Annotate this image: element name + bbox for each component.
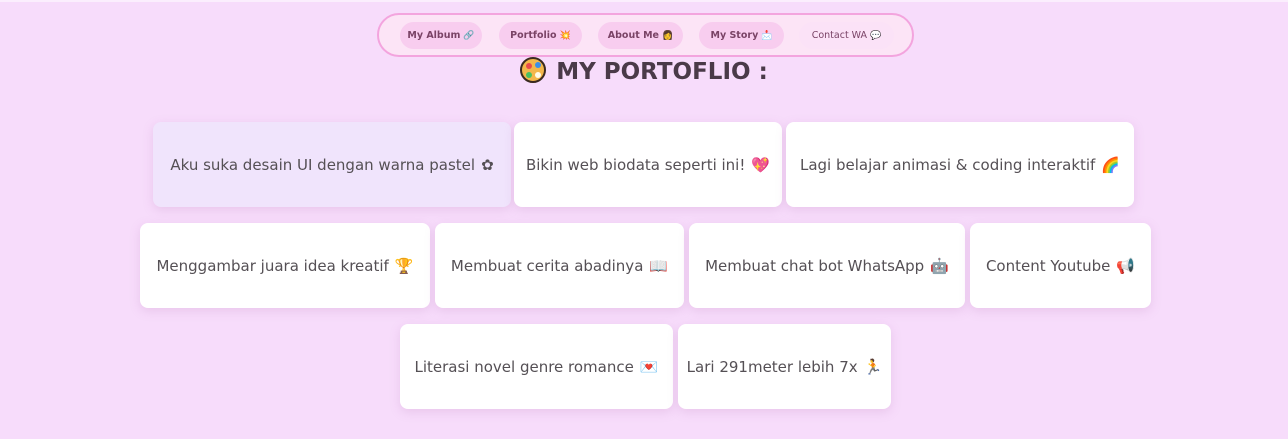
portfolio-card[interactable]: Aku suka desain UI dengan warna pastel ✿ [153, 122, 511, 207]
nav-label: Portfolio [510, 30, 557, 41]
sparkle-icon: 💥 [559, 30, 571, 41]
nav-label: About Me [607, 30, 659, 41]
card-text: Lari 291meter lebih 7x [686, 357, 858, 376]
nav-about-me[interactable]: About Me 👩 [598, 22, 683, 49]
runner-icon: 🏃 [863, 357, 883, 376]
nav-portfolio[interactable]: Portfolio 💥 [499, 22, 582, 49]
megaphone-icon: 📢 [1116, 256, 1136, 275]
card-text: Literasi novel genre romance [414, 357, 634, 376]
trophy-icon: 🏆 [394, 256, 414, 275]
rainbow-icon: 🌈 [1101, 155, 1121, 174]
card-text: Lagi belajar animasi & coding interaktif [799, 155, 1096, 174]
book-icon: 📖 [649, 256, 669, 275]
envelope-icon: 📩 [761, 30, 773, 41]
page-title-text: MY PORTOFLIO : [556, 59, 768, 85]
love-letter-icon: 💌 [639, 357, 659, 376]
portfolio-card[interactable]: Bikin web biodata seperti ini! 💖 [514, 122, 782, 207]
card-text: Membuat chat bot WhatsApp [705, 256, 925, 275]
portfolio-card[interactable]: Content Youtube 📢 [970, 223, 1151, 308]
page-title: MY PORTOFLIO : [0, 57, 1288, 87]
card-text: Aku suka desain UI dengan warna pastel [170, 155, 476, 174]
woman-icon: 👩 [661, 30, 674, 41]
portfolio-card[interactable]: Menggambar juara idea kreatif 🏆 [140, 223, 430, 308]
card-text: Bikin web biodata seperti ini! [525, 155, 746, 174]
heart-icon: 💖 [751, 155, 771, 174]
nav-my-story[interactable]: My Story 📩 [699, 22, 784, 49]
nav-label: Contact WA [811, 30, 868, 41]
portfolio-card[interactable]: Lagi belajar animasi & coding interaktif… [786, 122, 1134, 207]
top-edge-line [0, 0, 1288, 2]
card-text: Menggambar juara idea kreatif [156, 256, 389, 275]
card-text: Membuat cerita abadinya [450, 256, 644, 275]
link-icon: 🔗 [463, 30, 475, 41]
nav-contact-wa[interactable]: Contact WA 💬 [799, 22, 894, 49]
palette-icon [520, 57, 547, 83]
portfolio-card[interactable]: Literasi novel genre romance 💌 [400, 324, 673, 409]
top-navigation: My Album 🔗 Portfolio 💥 About Me 👩 My Sto… [377, 13, 914, 57]
card-text: Content Youtube [985, 256, 1111, 275]
chat-bubble-icon: 💬 [870, 30, 882, 41]
nav-label: My Story [710, 30, 759, 41]
nav-label: My Album [407, 30, 461, 41]
robot-icon: 🤖 [930, 256, 949, 275]
portfolio-card[interactable]: Lari 291meter lebih 7x 🏃 [678, 324, 891, 409]
flower-icon: ✿ [481, 155, 494, 174]
portfolio-card[interactable]: Membuat cerita abadinya 📖 [435, 223, 684, 308]
portfolio-card[interactable]: Membuat chat bot WhatsApp 🤖 [689, 223, 965, 308]
nav-my-album[interactable]: My Album 🔗 [400, 22, 482, 49]
